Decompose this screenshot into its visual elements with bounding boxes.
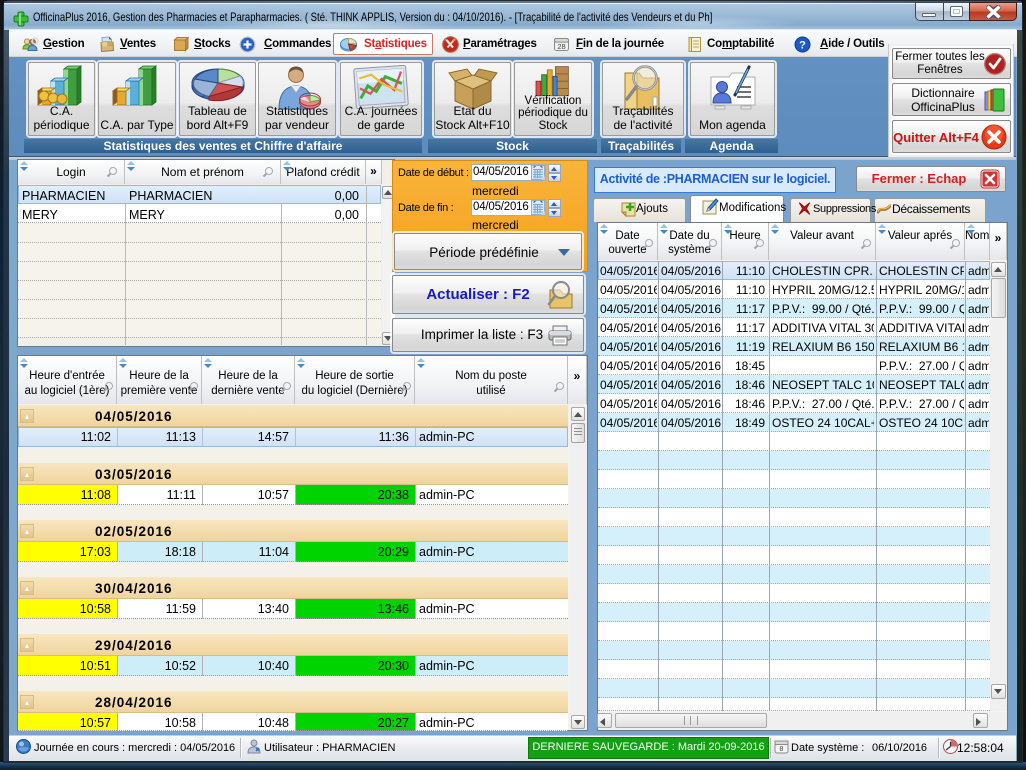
svg-text:8: 8 [780,746,784,753]
svg-text:28: 28 [557,42,565,51]
svg-text:?: ? [799,40,806,52]
